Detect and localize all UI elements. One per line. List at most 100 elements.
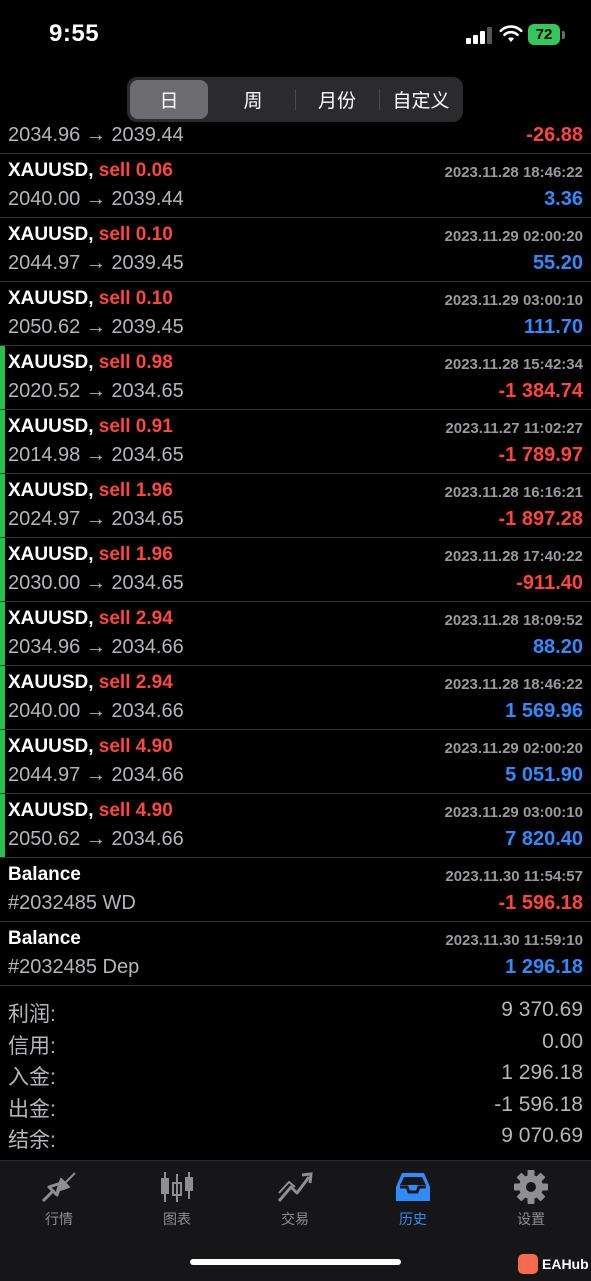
row-symbol-name: XAUUSD,	[8, 672, 94, 693]
row-profit: -911.40	[516, 572, 583, 594]
row-price: 2040.00 → 2039.44	[8, 188, 184, 210]
row-side-text: sell	[98, 736, 131, 757]
summary-value: 1 296.18	[501, 1061, 583, 1084]
history-row[interactable]: XAUUSD, sell 1.96 2023.11.28 17:40:22 20…	[0, 538, 591, 602]
row-symbol-name: XAUUSD,	[8, 608, 94, 629]
tab-chart[interactable]: 图表	[118, 1169, 236, 1229]
row-side: sell 4.90	[99, 800, 173, 821]
row-side-text: sell	[98, 352, 131, 373]
candlestick-icon	[161, 1172, 193, 1202]
summary-label: 入金:	[8, 1066, 56, 1089]
position-group-bar	[0, 346, 5, 409]
row-side-text: sell	[98, 480, 131, 501]
tab-day[interactable]: 日	[130, 80, 208, 119]
summary-label: 结余:	[8, 1129, 56, 1152]
row-profit: -1 897.28	[498, 508, 583, 530]
history-row[interactable]: XAUUSD, sell 0.10 2023.11.29 03:00:10 20…	[0, 282, 591, 346]
row-volume: 4.90	[135, 800, 173, 821]
row-symbol-name: XAUUSD,	[8, 288, 94, 309]
row-date: 2023.11.28 18:46:22	[444, 164, 583, 181]
row-volume: 0.98	[135, 352, 173, 373]
battery-icon: 72	[528, 24, 560, 45]
row-side-text: sell	[98, 672, 131, 693]
segment-divider	[295, 89, 296, 110]
row-symbol: XAUUSD, sell 0.98	[8, 352, 173, 374]
row-profit: 5 051.90	[505, 764, 583, 786]
row-price: 2024.97 → 2034.65	[8, 508, 184, 530]
balance-row[interactable]: Balance 2023.11.30 11:54:57 #2032485 WD …	[0, 858, 591, 922]
row-side: sell 0.06	[99, 160, 173, 181]
row-price: 2020.52 → 2034.65	[8, 380, 184, 402]
position-group-bar	[0, 666, 5, 729]
row-comment: #2032485 WD	[8, 892, 136, 914]
tab-quotes[interactable]: 行情	[0, 1169, 118, 1229]
row-date: 2023.11.29 03:00:10	[444, 292, 583, 309]
history-row[interactable]: 2034.96 → 2039.44 -26.88	[0, 122, 591, 154]
tab-day-label: 日	[159, 91, 179, 112]
row-profit: 7 820.40	[505, 828, 583, 850]
row-side-text: sell	[98, 608, 131, 629]
row-volume: 0.10	[135, 288, 173, 309]
wifi-icon	[499, 25, 523, 42]
row-symbol: XAUUSD, sell 2.94	[8, 672, 173, 694]
row-side-text: sell	[98, 800, 131, 821]
row-date: 2023.11.29 03:00:10	[444, 804, 583, 821]
position-group-bar	[0, 794, 5, 857]
history-row[interactable]: XAUUSD, sell 0.10 2023.11.29 02:00:20 20…	[0, 218, 591, 282]
row-side-text: sell	[98, 544, 131, 565]
row-side: sell 0.91	[99, 416, 173, 437]
row-profit: -1 596.18	[498, 892, 583, 914]
period-segmented-control: 日 周 月份 自定义	[127, 77, 463, 122]
watermark-logo-icon	[518, 1254, 538, 1274]
row-side-text: sell	[98, 288, 131, 309]
row-volume: 2.94	[135, 608, 173, 629]
row-volume: 1.96	[135, 544, 173, 565]
history-row[interactable]: XAUUSD, sell 0.91 2023.11.27 11:02:27 20…	[0, 410, 591, 474]
history-row[interactable]: XAUUSD, sell 0.98 2023.11.28 15:42:34 20…	[0, 346, 591, 410]
row-side: sell 0.98	[99, 352, 173, 373]
history-row[interactable]: XAUUSD, sell 4.90 2023.11.29 03:00:10 20…	[0, 794, 591, 858]
summary-value: 9 370.69	[501, 998, 583, 1021]
row-symbol: XAUUSD, sell 1.96	[8, 544, 173, 566]
row-symbol-name: XAUUSD,	[8, 416, 94, 437]
tab-history[interactable]: 历史	[354, 1169, 472, 1229]
row-side-text: sell	[98, 160, 131, 181]
tab-custom[interactable]: 自定义	[382, 80, 460, 119]
home-indicator[interactable]	[190, 1259, 401, 1265]
tab-month-label: 月份	[317, 91, 356, 112]
history-list[interactable]: 2034.96 → 2039.44 -26.88 XAUUSD, sell 0.…	[0, 122, 591, 990]
history-row[interactable]: XAUUSD, sell 1.96 2023.11.28 16:16:21 20…	[0, 474, 591, 538]
tab-month[interactable]: 月份	[298, 80, 376, 119]
position-group-bar	[0, 602, 5, 665]
signal-icon	[466, 27, 492, 44]
watermark-text: EAHub	[542, 1256, 589, 1272]
history-row[interactable]: XAUUSD, sell 4.90 2023.11.29 02:00:20 20…	[0, 730, 591, 794]
history-row[interactable]: XAUUSD, sell 2.94 2023.11.28 18:09:52 20…	[0, 602, 591, 666]
tab-trade[interactable]: 交易	[236, 1169, 354, 1229]
watermark: EAHub	[518, 1254, 589, 1274]
row-symbol-name: XAUUSD,	[8, 480, 94, 501]
row-date: 2023.11.28 18:09:52	[444, 612, 583, 629]
row-symbol: XAUUSD, sell 0.06	[8, 160, 173, 182]
quotes-icon	[41, 1172, 76, 1203]
row-date: 2023.11.28 16:16:21	[444, 484, 583, 501]
row-price: 2040.00 → 2034.66	[8, 700, 184, 722]
row-price: 2034.96 → 2039.44	[8, 124, 184, 146]
row-symbol-name: XAUUSD,	[8, 736, 94, 757]
tab-week[interactable]: 周	[214, 80, 292, 119]
balance-row[interactable]: Balance 2023.11.30 11:59:10 #2032485 Dep…	[0, 922, 591, 986]
summary-label: 信用:	[8, 1034, 56, 1058]
row-side: sell 0.10	[99, 288, 173, 309]
row-volume: 1.96	[135, 480, 173, 501]
row-side: sell 0.10	[99, 224, 173, 245]
row-symbol: XAUUSD, sell 0.10	[8, 288, 173, 310]
row-profit: 1 296.18	[505, 956, 583, 978]
row-symbol: XAUUSD, sell 2.94	[8, 608, 173, 630]
row-volume: 0.10	[135, 224, 173, 245]
summary-value: -1 596.18	[494, 1092, 583, 1116]
row-date: 2023.11.29 02:00:20	[444, 228, 583, 245]
tab-settings[interactable]: 设置	[472, 1169, 590, 1229]
history-row[interactable]: XAUUSD, sell 0.06 2023.11.28 18:46:22 20…	[0, 154, 591, 218]
history-row[interactable]: XAUUSD, sell 2.94 2023.11.28 18:46:22 20…	[0, 666, 591, 730]
summary-credit: 信用: 0.00	[0, 1028, 591, 1060]
